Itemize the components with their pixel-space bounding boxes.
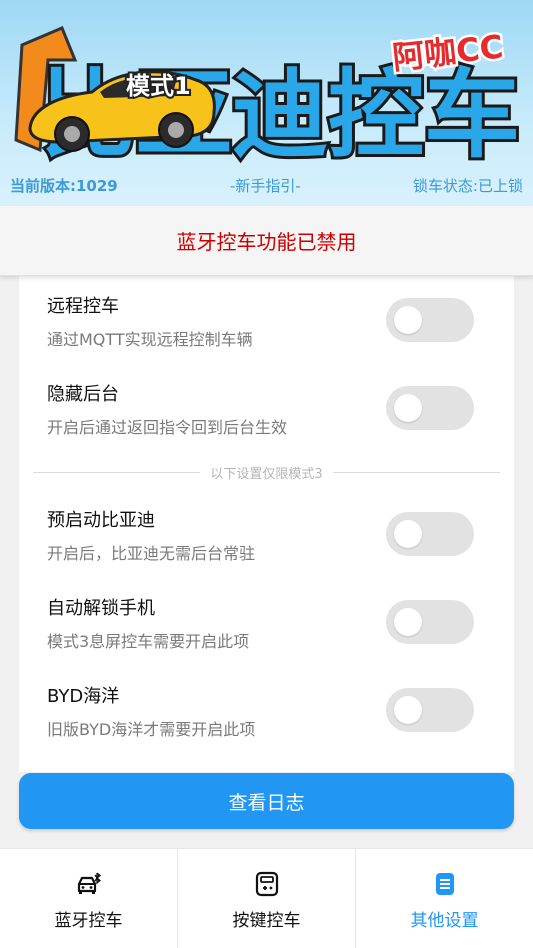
divider-line: [33, 471, 201, 473]
toggle-knob: [394, 608, 422, 636]
toggle-knob: [394, 394, 422, 422]
nav-bluetooth-control[interactable]: 蓝牙控车: [0, 849, 177, 948]
setting-hide-background: 隐藏后台 开启后通过返回指令回到后台生效: [19, 364, 514, 444]
setting-desc: 开启后通过返回指令回到后台生效: [47, 418, 288, 437]
setting-title: 自动解锁手机: [47, 598, 155, 619]
car-bluetooth-icon: [77, 872, 101, 894]
setting-auto-unlock: 自动解锁手机 模式3息屏控车需要开启此项: [19, 578, 514, 658]
nav-label: 其他设置: [410, 911, 479, 931]
prestart-byd-toggle[interactable]: [386, 512, 474, 556]
nav-label: 蓝牙控车: [54, 911, 123, 931]
hide-background-toggle[interactable]: [386, 386, 474, 430]
logo-mode-badge: 模式1: [126, 72, 191, 100]
remote-key-icon: [255, 871, 278, 897]
setting-desc: 旧版BYD海洋才需要开启此项: [47, 720, 256, 739]
setting-title: 预启动比亚迪: [47, 510, 155, 531]
setting-desc: 通过MQTT实现远程控制车辆: [47, 330, 253, 349]
app-header: 比亚迪控车 模式1 阿咖CC 当前版本:1029 -新手指引- 锁车状态:已上锁: [0, 0, 533, 206]
setting-remote-control: 远程控车 通过MQTT实现远程控制车辆: [19, 276, 514, 356]
bluetooth-disabled-notice: 蓝牙控车功能已禁用: [0, 206, 533, 276]
toggle-knob: [394, 696, 422, 724]
view-log-button[interactable]: 查看日志: [19, 773, 514, 829]
settings-card: 远程控车 通过MQTT实现远程控制车辆 隐藏后台 开启后通过返回指令回到后台生效…: [19, 276, 514, 772]
lock-status: 锁车状态:已上锁: [412, 176, 523, 195]
nav-label: 按键控车: [232, 911, 301, 931]
byd-ocean-toggle[interactable]: [386, 688, 474, 732]
divider-line: [332, 471, 500, 473]
setting-byd-ocean: BYD海洋 旧版BYD海洋才需要开启此项: [19, 666, 514, 746]
setting-title: BYD海洋: [47, 686, 120, 707]
setting-title: 隐藏后台: [47, 384, 119, 405]
setting-title: 远程控车: [47, 296, 119, 317]
app-logo: 比亚迪控车 模式1 阿咖CC: [14, 25, 523, 170]
version-label: 当前版本:1029: [10, 176, 118, 195]
remote-control-toggle[interactable]: [386, 298, 474, 342]
status-bar: 当前版本:1029 -新手指引- 锁车状态:已上锁: [0, 170, 533, 200]
nav-other-settings[interactable]: 其他设置: [355, 849, 533, 948]
auto-unlock-toggle[interactable]: [386, 600, 474, 644]
setting-prestart-byd: 预启动比亚迪 开启后，比亚迪无需后台常驻: [19, 490, 514, 570]
nav-key-control[interactable]: 按键控车: [177, 849, 355, 948]
document-icon: [435, 873, 454, 895]
setting-desc: 开启后，比亚迪无需后台常驻: [47, 544, 256, 563]
divider-text: 以下设置仅限模式3: [210, 466, 323, 482]
mode3-divider: 以下设置仅限模式3: [33, 464, 500, 482]
bottom-nav: 蓝牙控车 按键控车 其他设置: [0, 848, 533, 948]
toggle-knob: [394, 306, 422, 334]
setting-desc: 模式3息屏控车需要开启此项: [47, 632, 250, 651]
guide-link[interactable]: -新手指引-: [230, 175, 301, 196]
toggle-knob: [394, 520, 422, 548]
